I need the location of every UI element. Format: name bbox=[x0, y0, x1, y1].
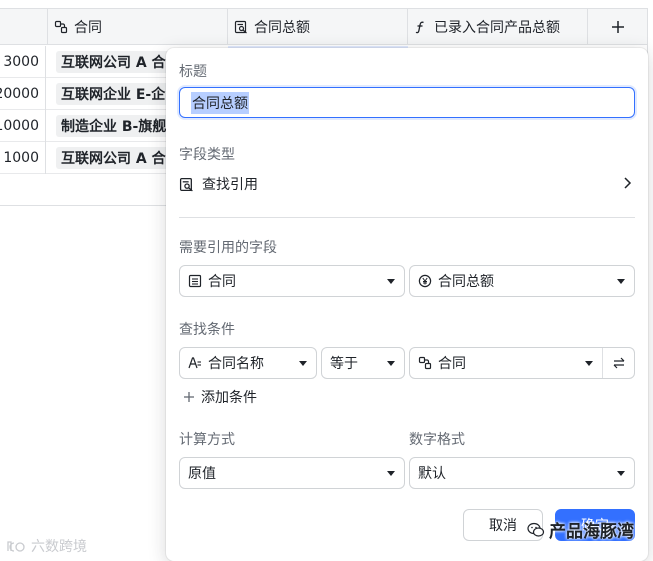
watermark-left-text: 六数跨境 bbox=[31, 539, 87, 555]
ref-table-select[interactable]: 合同 bbox=[179, 265, 405, 297]
calc-method-value: 原值 bbox=[188, 466, 216, 482]
table-row[interactable]: 1000 互联网公司 A 合 bbox=[0, 142, 171, 174]
amount-cell[interactable]: 10000 bbox=[0, 110, 46, 142]
column-header-label: 已录入合同产品总额 bbox=[434, 20, 560, 36]
contract-tag[interactable]: 制造企业 B-旗舰 bbox=[56, 115, 172, 137]
watermark-right: 产品海豚湾 bbox=[527, 517, 634, 542]
table-row[interactable]: 10000 制造企业 B-旗舰 bbox=[0, 110, 172, 142]
amount-cell[interactable]: 1000 bbox=[0, 142, 46, 174]
caret-down-icon bbox=[387, 361, 395, 366]
divider bbox=[179, 217, 635, 218]
title-input-value[interactable]: 合同总额 bbox=[191, 91, 249, 114]
calc-method-select[interactable]: 原值 bbox=[179, 457, 405, 489]
number-format-value: 默认 bbox=[418, 466, 446, 482]
title-input[interactable]: 合同总额 bbox=[179, 87, 635, 118]
column-header-contract[interactable]: 合同 bbox=[48, 9, 228, 45]
ref-field-label: 需要引用的字段 bbox=[179, 240, 277, 256]
lookup-icon bbox=[179, 177, 193, 191]
link-record-icon bbox=[54, 20, 68, 34]
caret-down-icon bbox=[585, 361, 593, 366]
currency-icon bbox=[418, 274, 432, 288]
add-condition-button[interactable]: 添加条件 bbox=[183, 387, 257, 407]
lookup-icon bbox=[234, 20, 247, 34]
caret-down-icon bbox=[617, 279, 625, 284]
condition-value-select[interactable]: 合同 bbox=[409, 347, 635, 379]
watermark-logo-icon bbox=[7, 541, 25, 552]
table-header: 合同 合同总额 已录入合同产品总额 bbox=[0, 9, 647, 45]
swap-icon bbox=[613, 357, 624, 369]
link-record-icon bbox=[418, 356, 432, 370]
calc-label: 计算方式 bbox=[179, 432, 235, 448]
text-field-icon bbox=[188, 357, 201, 369]
ref-field-value: 合同总额 bbox=[438, 274, 494, 290]
formula-icon bbox=[415, 21, 424, 34]
table-row[interactable]: 3000 互联网公司 A 合 bbox=[0, 46, 171, 78]
column-header-contract-total[interactable]: 合同总额 bbox=[228, 9, 408, 45]
number-format-select[interactable]: 默认 bbox=[409, 457, 635, 489]
column-header-label: 合同 bbox=[74, 20, 102, 36]
contract-tag[interactable]: 互联网企业 E-企 bbox=[56, 83, 171, 105]
add-column-button[interactable] bbox=[588, 9, 648, 45]
ref-field-select[interactable]: 合同总额 bbox=[409, 265, 635, 297]
swap-button[interactable] bbox=[602, 348, 634, 378]
chevron-right-icon bbox=[624, 177, 632, 189]
watermark-left: 六数跨境 bbox=[6, 536, 87, 556]
plus-icon bbox=[184, 392, 194, 402]
caret-down-icon bbox=[299, 361, 307, 366]
field-type-value: 查找引用 bbox=[202, 177, 258, 193]
caret-down-icon bbox=[617, 471, 625, 476]
wechat-icon bbox=[527, 522, 545, 537]
condition-label: 查找条件 bbox=[179, 322, 235, 338]
caret-down-icon bbox=[387, 279, 395, 284]
field-type-selector[interactable]: 查找引用 bbox=[179, 172, 635, 196]
contract-tag[interactable]: 互联网公司 A 合 bbox=[56, 147, 171, 169]
condition-value-value: 合同 bbox=[438, 356, 466, 372]
condition-field-select[interactable]: 合同名称 bbox=[179, 347, 317, 379]
field-config-dialog: 标题 合同总额 字段类型 查找引用 需要引用的字段 合同 合同总额 查找条件 合… bbox=[166, 48, 648, 561]
title-label: 标题 bbox=[179, 64, 207, 80]
ref-table-value: 合同 bbox=[208, 274, 236, 290]
watermark-right-text: 产品海豚湾 bbox=[549, 522, 634, 542]
add-condition-label: 添加条件 bbox=[201, 390, 257, 406]
format-label: 数字格式 bbox=[409, 432, 465, 448]
amount-cell[interactable]: 20000 bbox=[0, 78, 46, 110]
column-header-label: 合同总额 bbox=[254, 20, 310, 36]
condition-operator-value: 等于 bbox=[330, 356, 358, 372]
table-icon bbox=[188, 274, 202, 288]
condition-operator-select[interactable]: 等于 bbox=[321, 347, 405, 379]
column-header-amount[interactable] bbox=[0, 9, 48, 45]
contract-tag[interactable]: 互联网公司 A 合 bbox=[56, 51, 171, 73]
plus-icon bbox=[612, 21, 624, 33]
table-row[interactable]: 20000 互联网企业 E-企 bbox=[0, 78, 171, 110]
column-header-product-total[interactable]: 已录入合同产品总额 bbox=[408, 9, 588, 45]
caret-down-icon bbox=[387, 471, 395, 476]
amount-cell[interactable]: 3000 bbox=[0, 46, 46, 78]
field-type-label: 字段类型 bbox=[179, 147, 235, 163]
condition-field-value: 合同名称 bbox=[208, 356, 264, 372]
